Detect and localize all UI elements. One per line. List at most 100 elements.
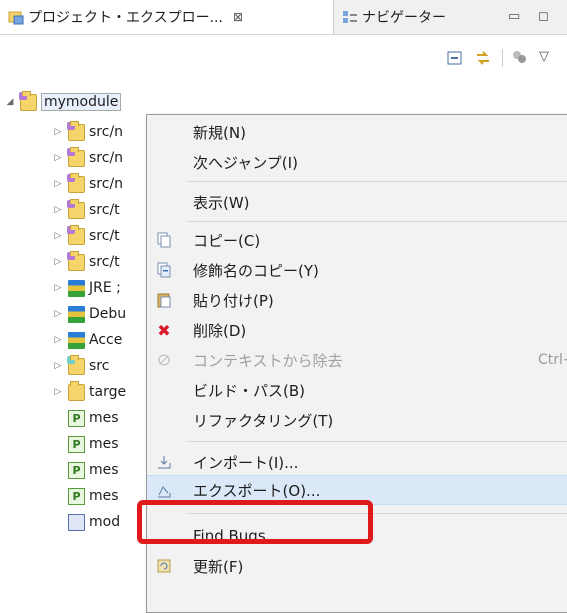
close-tab-icon[interactable]: ⊠: [233, 10, 243, 24]
module-file-icon: [68, 513, 85, 531]
tree-item[interactable]: ▷ JRE ;: [52, 276, 121, 300]
collapsed-twisty-icon[interactable]: ▷: [52, 231, 64, 241]
menu-item-label: 修飾名のコピー(Y): [193, 261, 319, 280]
folder-icon: [68, 380, 85, 401]
view-menu-icon[interactable]: ▽: [539, 49, 557, 67]
copy-qualified-name-icon: [155, 261, 173, 279]
menu-item-label: インポート(I)...: [193, 453, 299, 472]
menu-item-label: 表示(W): [193, 193, 250, 212]
menu-item-show-in[interactable]: 表示(W): [147, 187, 567, 217]
menu-item-refresh[interactable]: 更新(F): [147, 551, 567, 581]
tree-item[interactable]: ▷ src: [52, 354, 109, 378]
tree-item[interactable]: ▷ src/n: [52, 172, 123, 196]
library-icon: [68, 305, 85, 323]
properties-file-icon: P: [68, 435, 85, 453]
tree-item[interactable]: P mes: [64, 458, 119, 482]
menu-item-go-into[interactable]: 次へジャンプ(I): [147, 147, 567, 177]
highlight-box: [137, 500, 373, 544]
source-folder-icon: [67, 224, 85, 245]
properties-file-icon: P: [68, 409, 85, 427]
menu-item-label: 新規(N): [193, 123, 246, 142]
collapsed-twisty-icon[interactable]: ▷: [52, 361, 64, 371]
tree-item[interactable]: ▷ src/n: [52, 120, 123, 144]
menu-item-delete[interactable]: ✖ 削除(D): [147, 315, 567, 345]
tree-item[interactable]: P mes: [64, 406, 119, 430]
export-icon: [155, 482, 173, 500]
collapsed-twisty-icon[interactable]: ▷: [52, 205, 64, 215]
collapsed-twisty-icon[interactable]: ▷: [52, 179, 64, 189]
navigator-icon: [342, 9, 358, 25]
tree-item[interactable]: ▷ targe: [52, 380, 126, 404]
tab-project-explorer[interactable]: プロジェクト・エクスプロー... ⊠: [0, 0, 334, 34]
tree-item-label: src/n: [89, 150, 124, 166]
collapsed-twisty-icon[interactable]: ▷: [52, 257, 64, 267]
tree-item-label: Debu: [89, 306, 127, 322]
source-folder-icon: [67, 250, 85, 271]
remove-from-context-icon: [155, 351, 173, 369]
collapsed-twisty-icon[interactable]: ▷: [52, 335, 64, 345]
menu-separator: [187, 181, 567, 182]
tree-root-label: mymodule: [41, 93, 122, 111]
tree-item[interactable]: ▷ Debu: [52, 302, 126, 326]
tree-item[interactable]: ▷ src/n: [52, 146, 123, 170]
expanded-twisty-icon[interactable]: ◢: [4, 97, 16, 107]
tree-item-label: mes: [89, 436, 119, 452]
minimize-icon[interactable]: ▭: [508, 9, 520, 24]
tree-item-label: src/n: [89, 176, 124, 192]
tree-item[interactable]: P mes: [64, 484, 119, 508]
menu-item-label: 貼り付け(P): [193, 291, 274, 310]
tree-item-label: src: [89, 358, 110, 374]
filter-icon[interactable]: [502, 49, 529, 67]
tree-item[interactable]: ▷ src/t: [52, 198, 120, 222]
link-with-editor-icon[interactable]: [474, 49, 492, 67]
delete-icon: ✖: [157, 320, 171, 340]
tree-item[interactable]: P mes: [64, 432, 119, 456]
menu-item-copy-qualified-name[interactable]: 修飾名のコピー(Y): [147, 255, 567, 285]
tree-root[interactable]: ◢ mymodule: [4, 90, 122, 114]
collapse-all-icon[interactable]: [446, 49, 464, 67]
menu-item-remove-from-context[interactable]: コンテキストから除去 Ctrl+.: [147, 345, 567, 375]
view-toolbar: ▽: [446, 40, 567, 76]
tree-item-label: src/t: [89, 254, 120, 270]
tree-item-label: Acce: [89, 332, 123, 348]
tree-item-label: src/t: [89, 228, 120, 244]
menu-item-label: 更新(F): [193, 557, 244, 576]
copy-icon: [155, 231, 173, 249]
tab-project-explorer-label: プロジェクト・エクスプロー...: [28, 10, 223, 26]
tree-item[interactable]: ▷ Acce: [52, 328, 122, 352]
tree-item-label: mod: [89, 514, 121, 530]
collapsed-twisty-icon[interactable]: ▷: [52, 283, 64, 293]
tree-item[interactable]: ▷ src/t: [52, 224, 120, 248]
menu-item-paste[interactable]: 貼り付け(P): [147, 285, 567, 315]
library-icon: [68, 279, 85, 297]
tree-item[interactable]: ▷ src/t: [52, 250, 120, 274]
collapsed-twisty-icon[interactable]: ▷: [52, 309, 64, 319]
menu-item-label: 次へジャンプ(I): [193, 153, 298, 172]
tree-item-label: JRE ;: [89, 280, 121, 296]
project-explorer-icon: [8, 9, 24, 25]
tab-navigator-label: ナビゲーター: [362, 10, 446, 26]
maximize-icon[interactable]: ◻: [538, 9, 549, 24]
collapsed-twisty-icon[interactable]: ▷: [52, 387, 64, 397]
menu-item-label: リファクタリング(T): [193, 411, 334, 430]
tree-item-label: src/t: [89, 202, 120, 218]
collapsed-twisty-icon[interactable]: ▷: [52, 127, 64, 137]
tree-item[interactable]: mod: [64, 510, 120, 534]
properties-file-icon: P: [68, 487, 85, 505]
folder-icon: [67, 354, 85, 375]
menu-item-copy[interactable]: コピー(C): [147, 225, 567, 255]
menu-item-label: コピー(C): [193, 231, 261, 250]
menu-separator: [187, 221, 567, 222]
menu-item-new[interactable]: 新規(N): [147, 117, 567, 147]
source-folder-icon: [67, 198, 85, 219]
tree-item-label: mes: [89, 410, 119, 426]
tab-navigator[interactable]: ナビゲーター: [334, 0, 484, 34]
menu-item-accelerator: Ctrl+.: [538, 352, 567, 368]
source-folder-icon: [67, 172, 85, 193]
source-folder-icon: [67, 146, 85, 167]
collapsed-twisty-icon[interactable]: ▷: [52, 153, 64, 163]
menu-item-build-path[interactable]: ビルド・パス(B): [147, 375, 567, 405]
menu-item-refactor[interactable]: リファクタリング(T): [147, 405, 567, 435]
library-icon: [68, 331, 85, 349]
menu-item-import[interactable]: インポート(I)...: [147, 447, 567, 477]
